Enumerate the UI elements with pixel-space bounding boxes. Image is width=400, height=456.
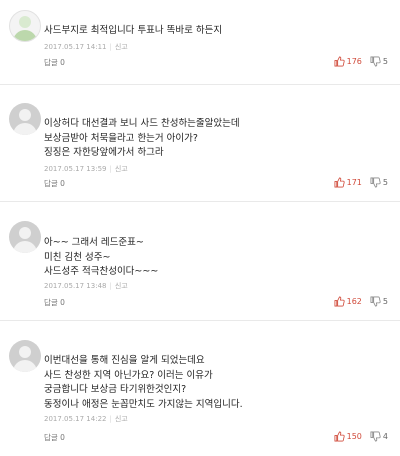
report-link[interactable]: 신고 [115, 415, 128, 423]
avatar[interactable] [9, 103, 41, 135]
vote-area: 150 4 [334, 431, 388, 442]
like-count: 171 [346, 178, 362, 187]
thumbs-up-icon[interactable] [334, 177, 345, 188]
dislike-count: 4 [382, 432, 388, 441]
comment-date: 2017.05.17 14:11 [44, 43, 107, 51]
comment-meta: 2017.05.17 13:59 | 신고 [44, 165, 128, 173]
comment-line: 동정이나 애정은 눈꼽만치도 가지않는 지역입니다. [44, 398, 243, 410]
comment-text: 사드부지로 최적입니다 투표나 똑바로 하든지 [44, 24, 222, 39]
comment-line: 궁금합니다 보상금 타기위한것인지? [44, 384, 187, 395]
reply-button[interactable]: 답글 0 [44, 57, 65, 68]
comment-line: 사드부지로 최적입니다 투표나 똑바로 하든지 [44, 25, 223, 36]
vote-area: 176 5 [334, 56, 388, 67]
dislike-count: 5 [382, 178, 388, 187]
thumbs-down-icon[interactable] [370, 296, 381, 307]
like-count: 162 [346, 297, 362, 306]
vote-area: 171 5 [334, 177, 388, 188]
like-count: 176 [346, 57, 362, 66]
report-link[interactable]: 신고 [115, 165, 128, 173]
dislike-count: 5 [382, 297, 388, 306]
avatar[interactable] [9, 340, 41, 372]
reply-button[interactable]: 답글 0 [44, 178, 65, 189]
divider [0, 201, 400, 202]
thumbs-up-icon[interactable] [334, 56, 345, 67]
divider [0, 84, 400, 85]
comment-meta: 2017.05.17 13:48 | 신고 [44, 282, 128, 290]
avatar[interactable] [9, 221, 41, 253]
comment-line: 보상금받아 처묵을라고 한는거 아이가? [44, 132, 198, 144]
comment-text: 아~~ 그래서 레드준표~ 미친 김천 성주~ 사드성주 적극찬성이다~~~ [44, 236, 158, 280]
reply-button[interactable]: 답글 0 [44, 297, 65, 308]
vote-area: 162 5 [334, 296, 388, 307]
thumbs-up-icon[interactable] [334, 296, 345, 307]
report-link[interactable]: 신고 [115, 282, 128, 290]
comment-line: 사드 찬성한 지역 아닌가요? 이러는 이유가 [44, 369, 213, 381]
comment-date: 2017.05.17 14:22 [44, 415, 107, 423]
comment-line: 사드성주 적극찬성이다~~~ [44, 266, 159, 277]
comment-line: 징징은 자한당앞에가서 하그라 [44, 147, 164, 158]
thumbs-down-icon[interactable] [370, 56, 381, 67]
thumbs-down-icon[interactable] [370, 177, 381, 188]
comment-text: 이상허다 대선결과 보니 사드 찬성하는줄알았는데 보상금받아 처묵을라고 한는… [44, 117, 240, 161]
comment-date: 2017.05.17 13:48 [44, 282, 107, 290]
comment-date: 2017.05.17 13:59 [44, 165, 107, 173]
report-link[interactable]: 신고 [115, 43, 128, 51]
comment-line: 이상허다 대선결과 보니 사드 찬성하는줄알았는데 [44, 118, 240, 129]
comment-line: 이번대선을 통해 진심을 알게 되었는데요 [44, 355, 205, 366]
comment-meta: 2017.05.17 14:22 | 신고 [44, 415, 128, 423]
divider [0, 320, 400, 321]
comment-text: 이번대선을 통해 진심을 알게 되었는데요 사드 찬성한 지역 아닌가요? 이러… [44, 354, 243, 412]
comment-line: 아~~ 그래서 레드준표~ [44, 237, 144, 248]
thumbs-up-icon[interactable] [334, 431, 345, 442]
comment-meta: 2017.05.17 14:11 | 신고 [44, 43, 128, 51]
thumbs-down-icon[interactable] [370, 431, 381, 442]
dislike-count: 5 [382, 57, 388, 66]
avatar[interactable] [9, 10, 41, 42]
comment-line: 미친 김천 성주~ [44, 251, 111, 263]
like-count: 150 [346, 432, 362, 441]
reply-button[interactable]: 답글 0 [44, 432, 65, 443]
